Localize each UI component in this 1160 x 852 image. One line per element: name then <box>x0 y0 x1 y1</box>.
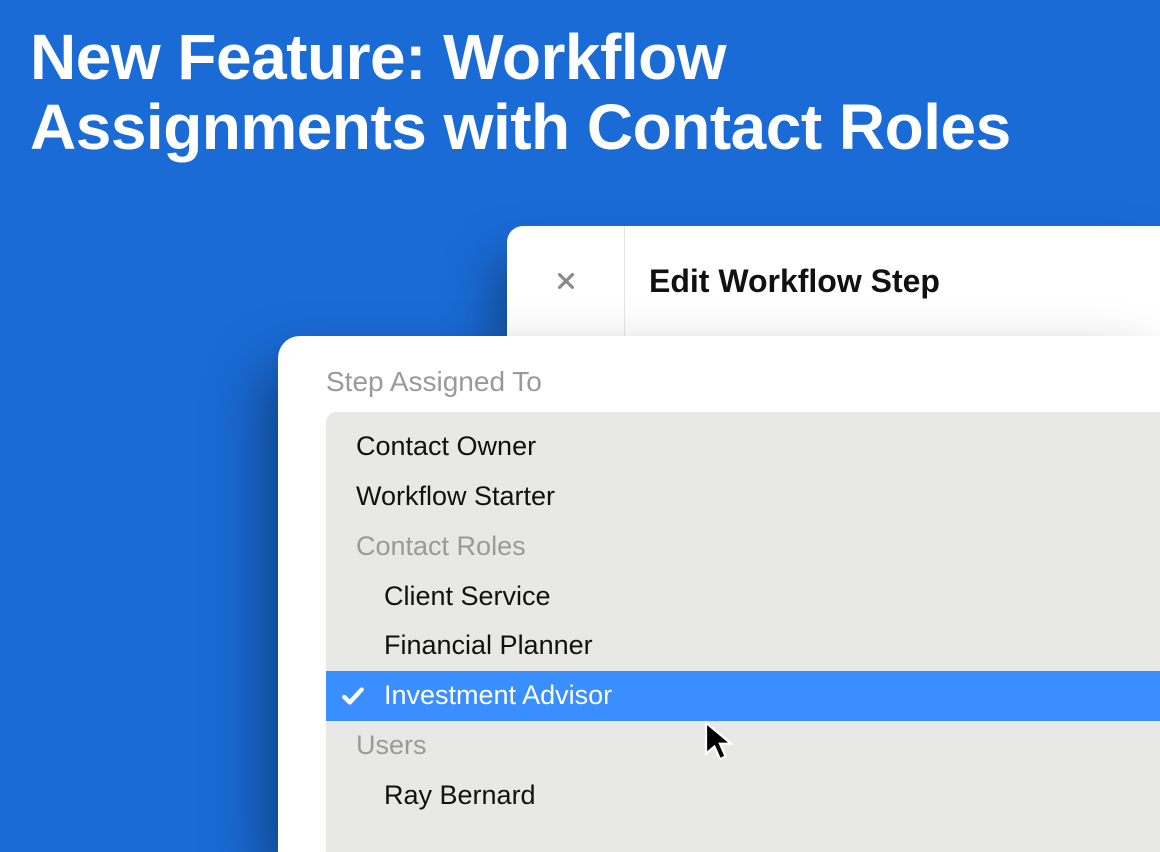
modal-title: Edit Workflow Step <box>625 263 940 300</box>
close-icon <box>555 270 577 292</box>
modal-header: Edit Workflow Step <box>507 226 1160 336</box>
group-users: Users <box>326 721 1160 771</box>
field-label: Step Assigned To <box>326 366 1160 398</box>
option-client-service[interactable]: Client Service <box>326 572 1160 622</box>
option-financial-planner[interactable]: Financial Planner <box>326 621 1160 671</box>
group-contact-roles: Contact Roles <box>326 522 1160 572</box>
option-workflow-starter[interactable]: Workflow Starter <box>326 472 1160 522</box>
hero-title: New Feature: Workflow Assignments with C… <box>0 0 1100 163</box>
option-contact-owner[interactable]: Contact Owner <box>326 422 1160 472</box>
dropdown-list[interactable]: Contact Owner Workflow Starter Contact R… <box>326 412 1160 852</box>
check-icon <box>340 683 366 709</box>
option-ray-bernard[interactable]: Ray Bernard <box>326 771 1160 821</box>
dropdown-card: Step Assigned To Contact Owner Workflow … <box>278 336 1160 852</box>
option-investment-advisor[interactable]: Investment Advisor <box>326 671 1160 721</box>
close-button[interactable] <box>507 226 625 336</box>
option-investment-advisor-label: Investment Advisor <box>384 680 612 710</box>
